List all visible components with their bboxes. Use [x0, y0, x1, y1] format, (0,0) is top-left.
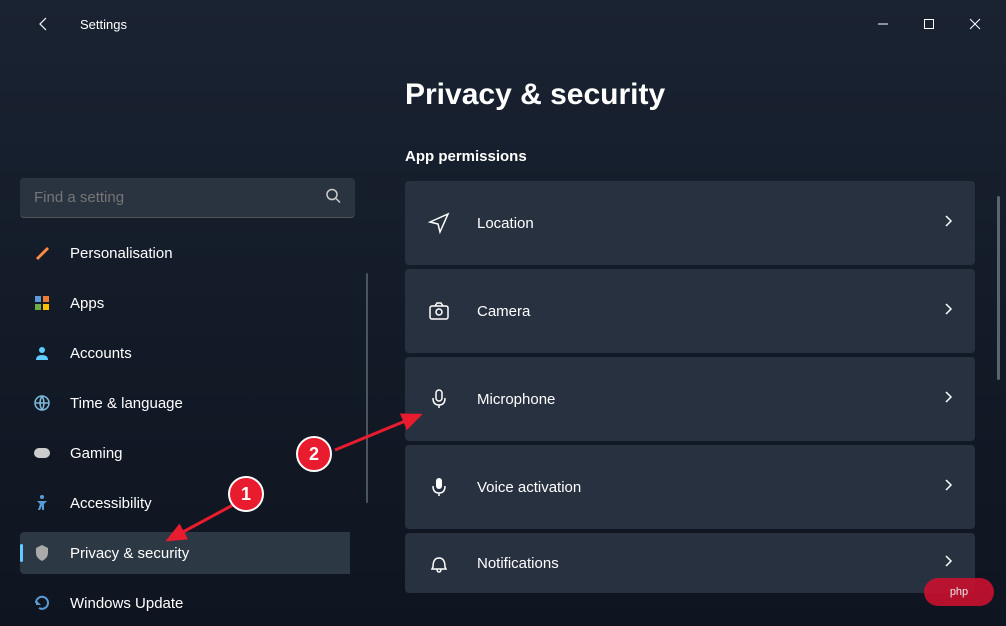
sidebar-item-label: Apps	[70, 295, 104, 312]
sidebar-item-accounts[interactable]: Accounts	[20, 332, 350, 374]
brush-icon	[32, 243, 52, 263]
annotation-badge-2: 2	[296, 436, 332, 472]
update-icon	[32, 593, 52, 613]
tile-label: Notifications	[477, 555, 941, 572]
back-button[interactable]	[24, 4, 64, 44]
annotation-arrow-2	[330, 410, 430, 460]
minimize-button[interactable]	[860, 4, 906, 44]
location-icon	[425, 209, 453, 237]
sidebar-item-apps[interactable]: Apps	[20, 282, 350, 324]
nav-list: Personalisation Apps Accounts Time & lan…	[20, 240, 350, 626]
sidebar-item-label: Personalisation	[70, 245, 173, 262]
section-title: App permissions	[405, 148, 976, 165]
tile-label: Camera	[477, 303, 941, 320]
tile-voice-activation[interactable]: Voice activation	[405, 445, 975, 529]
chevron-right-icon	[941, 554, 955, 573]
back-arrow-icon	[36, 16, 52, 32]
sidebar-item-personalisation[interactable]: Personalisation	[20, 240, 350, 274]
microphone-icon	[425, 385, 453, 413]
page-title: Privacy & security	[405, 78, 976, 112]
window-controls	[860, 4, 998, 44]
sidebar-item-label: Gaming	[70, 445, 123, 462]
tile-list: Location Camera Microphone Voice activat…	[405, 181, 976, 593]
chevron-right-icon	[941, 302, 955, 321]
annotation-arrow-1	[158, 500, 238, 550]
sidebar-item-label: Accounts	[70, 345, 132, 362]
chevron-right-icon	[941, 478, 955, 497]
tile-notifications[interactable]: Notifications	[405, 533, 975, 593]
sidebar-item-label: Windows Update	[70, 595, 183, 612]
bell-icon	[425, 549, 453, 577]
apps-icon	[32, 293, 52, 313]
maximize-icon	[923, 18, 935, 30]
annotation-badge-1: 1	[228, 476, 264, 512]
window-title: Settings	[80, 17, 127, 32]
titlebar: Settings	[0, 0, 1006, 48]
sidebar-item-time-language[interactable]: Time & language	[20, 382, 350, 424]
chevron-right-icon	[941, 390, 955, 409]
person-icon	[32, 343, 52, 363]
gamepad-icon	[32, 443, 52, 463]
sidebar-item-label: Accessibility	[70, 495, 152, 512]
search-input[interactable]	[20, 178, 355, 218]
sidebar-item-windows-update[interactable]: Windows Update	[20, 582, 350, 624]
minimize-icon	[877, 18, 889, 30]
chevron-right-icon	[941, 214, 955, 233]
close-button[interactable]	[952, 4, 998, 44]
content-scrollbar[interactable]	[997, 196, 1000, 380]
sidebar-item-label: Time & language	[70, 395, 183, 412]
tile-label: Voice activation	[477, 479, 941, 496]
tile-camera[interactable]: Camera	[405, 269, 975, 353]
maximize-button[interactable]	[906, 4, 952, 44]
voice-icon	[425, 473, 453, 501]
tile-label: Microphone	[477, 391, 941, 408]
watermark: php	[924, 578, 994, 606]
close-icon	[969, 18, 981, 30]
sidebar-scrollbar[interactable]	[366, 273, 368, 503]
shield-icon	[32, 543, 52, 563]
tile-location[interactable]: Location	[405, 181, 975, 265]
tile-label: Location	[477, 215, 941, 232]
globe-icon	[32, 393, 52, 413]
camera-icon	[425, 297, 453, 325]
accessibility-icon	[32, 493, 52, 513]
tile-microphone[interactable]: Microphone	[405, 357, 975, 441]
content-area: Privacy & security App permissions Locat…	[370, 48, 1006, 626]
search-icon	[325, 188, 341, 209]
